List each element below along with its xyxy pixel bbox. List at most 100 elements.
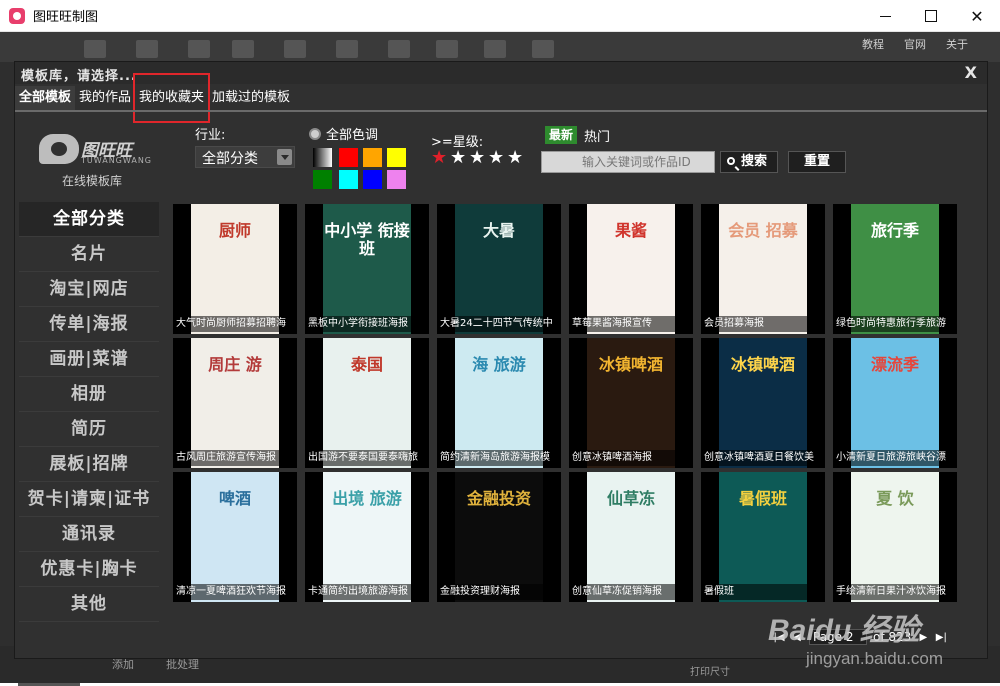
color-swatch[interactable]	[363, 148, 382, 167]
category-item[interactable]: 名片	[19, 237, 159, 272]
crop-icon[interactable]	[388, 40, 410, 58]
template-card[interactable]: 夏 饮手绘清新日果汁冰饮海报	[833, 472, 957, 602]
category-item[interactable]: 优惠卡|胸卡	[19, 552, 159, 587]
color-swatch[interactable]	[339, 170, 358, 189]
star-icon[interactable]: ★	[450, 149, 466, 167]
layer-icon[interactable]	[436, 40, 458, 58]
category-item[interactable]: 贺卡|请柬|证书	[19, 482, 159, 517]
template-poster-title: 啤酒	[218, 489, 251, 508]
search-input[interactable]: 输入关键词或作品ID	[541, 151, 715, 173]
star-icon[interactable]: ★	[488, 149, 504, 167]
reset-button[interactable]: 重置	[788, 151, 846, 173]
template-poster: 出境 旅游	[323, 472, 411, 602]
color-swatch-gray[interactable]	[313, 148, 332, 167]
category-item[interactable]: 传单|海报	[19, 307, 159, 342]
open-folder-icon[interactable]	[136, 40, 158, 58]
template-caption: 创意冰镇啤酒海报	[569, 450, 693, 466]
template-card[interactable]: 中小学 衔接班黑板中小学衔接班海报	[305, 204, 429, 334]
template-poster-title: 暑假班	[738, 489, 787, 508]
search-button[interactable]: 搜索	[720, 151, 778, 173]
color-swatch[interactable]	[339, 148, 358, 167]
color-swatch[interactable]	[313, 170, 332, 189]
brush-icon[interactable]	[532, 40, 554, 58]
template-card[interactable]: 旅行季 绿色时尚特惠旅行季旅游	[833, 204, 957, 334]
template-caption: 创意冰镇啤酒夏日餐饮美	[701, 450, 825, 466]
category-item[interactable]: 相册	[19, 377, 159, 412]
maximize-button[interactable]	[908, 0, 954, 32]
tab-all-templates[interactable]: 全部模板	[15, 86, 76, 110]
tab-my-favorites[interactable]: 我的收藏夹	[133, 73, 211, 123]
tab-loaded-templates[interactable]: 加载过的模板	[208, 86, 294, 110]
template-poster: 金融投资	[455, 472, 543, 602]
template-caption: 小清新夏日旅游旅峡谷漂	[833, 450, 957, 466]
template-card[interactable]: 大暑 大暑24二十四节气传统中	[437, 204, 561, 334]
industry-label: 行业:	[195, 128, 226, 143]
template-card[interactable]: 暑假班 暑假班	[701, 472, 825, 602]
template-poster-title: 仙草冻	[606, 489, 655, 508]
template-caption: 黑板中小学衔接班海报	[305, 316, 429, 332]
all-colors-radio[interactable]	[309, 128, 321, 140]
template-card[interactable]: 漂流季 小清新夏日旅游旅峡谷漂	[833, 338, 957, 468]
template-poster: 冰镇啤酒	[587, 338, 675, 468]
template-card[interactable]: 仙草冻 创意仙草冻促销海报	[569, 472, 693, 602]
template-poster: 旅行季	[851, 204, 939, 334]
star-icon[interactable]: ★	[507, 149, 523, 167]
minimize-button[interactable]	[862, 0, 908, 32]
template-poster-title: 金融投资	[466, 489, 531, 508]
new-file-icon[interactable]	[84, 40, 106, 58]
template-poster-title: 会员 招募	[728, 221, 798, 240]
template-caption: 手绘清新日果汁冰饮海报	[833, 584, 957, 600]
dialog-close-button[interactable]: X	[965, 63, 977, 82]
template-library-dialog: 模板库，请选择... X 全部模板 我的作品 我的收藏夹 加载过的模板 图旺旺 …	[14, 61, 988, 659]
template-poster: 大暑	[455, 204, 543, 334]
template-card[interactable]: 厨师 大气时尚厨师招募招聘海	[173, 204, 297, 334]
sort-hot-button[interactable]: 热门	[584, 126, 610, 145]
template-poster: 漂流季	[851, 338, 939, 468]
color-swatch[interactable]	[387, 148, 406, 167]
rotate-icon[interactable]	[336, 40, 358, 58]
template-card[interactable]: 金融投资金融投资理财海报	[437, 472, 561, 602]
template-poster-title: 夏 饮	[876, 489, 914, 508]
template-caption: 会员招募海报	[701, 316, 825, 332]
star-icon[interactable]: ★	[469, 149, 485, 167]
template-card[interactable]: 冰镇啤酒 创意冰镇啤酒夏日餐饮美	[701, 338, 825, 468]
tab-my-works[interactable]: 我的作品	[75, 86, 135, 110]
category-item[interactable]: 全部分类	[19, 202, 159, 237]
sort-newest-button[interactable]: 最新	[545, 126, 577, 144]
link-tutorial[interactable]: 教程	[862, 36, 884, 52]
template-card[interactable]: 啤酒 清凉一夏啤酒狂欢节海报	[173, 472, 297, 602]
template-poster: 海 旅游	[455, 338, 543, 468]
color-swatch[interactable]	[363, 170, 382, 189]
template-caption: 金融投资理财海报	[437, 584, 561, 600]
search-icon	[727, 157, 735, 165]
category-item[interactable]: 其他	[19, 587, 159, 622]
template-poster: 啤酒	[191, 472, 279, 602]
app-links: 教程 官网 关于	[862, 36, 968, 52]
print-icon[interactable]	[232, 40, 254, 58]
template-caption: 暑假班	[701, 584, 825, 600]
category-item[interactable]: 画册|菜谱	[19, 342, 159, 377]
template-card[interactable]: 出境 旅游 卡通简约出境旅游海报	[305, 472, 429, 602]
template-card[interactable]: 果酱 草莓果酱海报宣传	[569, 204, 693, 334]
camera-icon[interactable]	[284, 40, 306, 58]
template-poster: 泰国	[323, 338, 411, 468]
star-icon[interactable]: ★	[431, 149, 447, 167]
color-swatch[interactable]	[387, 170, 406, 189]
category-item[interactable]: 简历	[19, 412, 159, 447]
save-icon[interactable]	[188, 40, 210, 58]
template-card[interactable]: 会员 招募会员招募海报	[701, 204, 825, 334]
close-window-button[interactable]: ✕	[954, 0, 1000, 32]
template-card[interactable]: 周庄 游古风周庄旅游宣传海报	[173, 338, 297, 468]
link-website[interactable]: 官网	[904, 36, 926, 52]
template-card[interactable]: 泰国 出国游不要泰国要泰嗨旅	[305, 338, 429, 468]
link-about[interactable]: 关于	[946, 36, 968, 52]
template-card[interactable]: 冰镇啤酒 创意冰镇啤酒海报	[569, 338, 693, 468]
category-item[interactable]: 展板|招牌	[19, 447, 159, 482]
template-poster: 会员 招募	[719, 204, 807, 334]
template-card[interactable]: 海 旅游 简约清新海岛旅游海报模	[437, 338, 561, 468]
category-item[interactable]: 淘宝|网店	[19, 272, 159, 307]
industry-select[interactable]: 全部分类	[195, 146, 295, 168]
category-item[interactable]: 通讯录	[19, 517, 159, 552]
cut-icon[interactable]	[484, 40, 506, 58]
template-poster-title: 中小学 衔接班	[324, 221, 410, 258]
